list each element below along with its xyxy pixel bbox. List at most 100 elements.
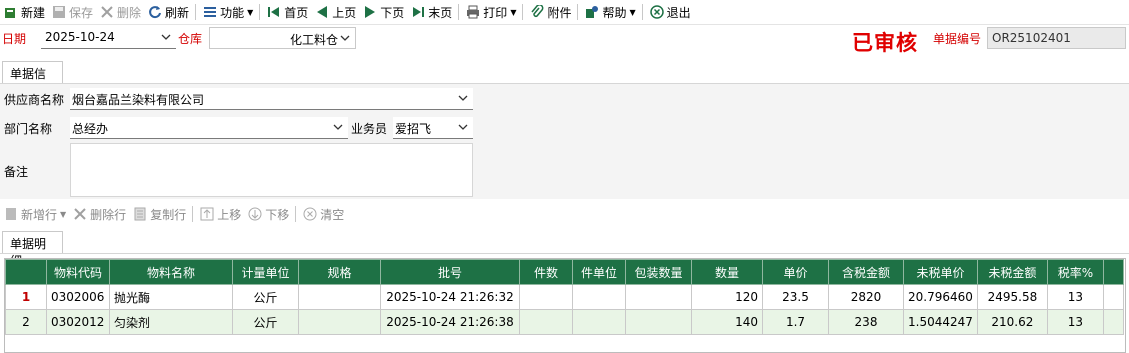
help-icon (584, 4, 600, 20)
cell-quantity[interactable]: 120 (691, 284, 763, 310)
cell-batch-no[interactable]: 2025-10-24 21:26:32 (380, 284, 520, 310)
supplier-select[interactable]: 烟台嘉品兰染料有限公司 (70, 88, 473, 110)
col-header-batch-no[interactable]: 批号 (380, 259, 520, 285)
col-header-amount-incl-tax[interactable]: 含税金额 (828, 259, 904, 285)
doc-no-field[interactable]: OR25102401 (987, 27, 1126, 49)
cell-material-name[interactable]: 匀染剂 (109, 309, 233, 335)
warehouse-value: 化工料仓 (290, 33, 339, 47)
print-button[interactable]: 打印 ▼ (462, 1, 519, 23)
cell-quantity[interactable]: 140 (691, 309, 763, 335)
delete-row-button[interactable]: 删除行 (69, 203, 129, 225)
date-value: 2025-10-24 (45, 30, 115, 44)
cell-spec[interactable] (298, 284, 381, 310)
cell-material-name[interactable]: 抛光酶 (109, 284, 233, 310)
cell-amount-excl-tax[interactable]: 2495.58 (976, 284, 1048, 310)
tab-doc-detail[interactable]: 单据明细 (2, 231, 63, 268)
table-row[interactable]: 2 0302012 匀染剂 公斤 2025-10-24 21:26:38 140… (5, 309, 1124, 335)
last-page-button[interactable]: 末页 (407, 1, 455, 23)
copy-row-button[interactable]: 复制行 (129, 203, 189, 225)
move-down-button[interactable]: 下移 (244, 203, 292, 225)
col-header-material-name[interactable]: 物料名称 (109, 259, 233, 285)
col-header-amount-excl-tax[interactable]: 未税金额 (976, 259, 1048, 285)
cell-price-excl-tax[interactable]: 1.5044247 (903, 309, 978, 335)
list-icon (202, 4, 218, 20)
col-header-piece-unit[interactable]: 件单位 (572, 259, 626, 285)
prev-page-button[interactable]: 上页 (311, 1, 359, 23)
cell-unit[interactable]: 公斤 (232, 309, 299, 335)
col-header-unit[interactable]: 计量单位 (232, 259, 299, 285)
cell-unit-price[interactable]: 1.7 (762, 309, 829, 335)
date-picker[interactable]: 2025-10-24 (41, 27, 176, 49)
cell-piece-unit[interactable] (572, 309, 626, 335)
chevron-down-icon[interactable] (332, 121, 344, 133)
col-header-pack-qty[interactable]: 包装数量 (625, 259, 692, 285)
cell-unit[interactable]: 公斤 (232, 284, 299, 310)
move-up-button[interactable]: 上移 (196, 203, 244, 225)
doc-no-value: OR25102401 (992, 31, 1071, 45)
first-page-button[interactable]: 首页 (263, 1, 311, 23)
table-row[interactable]: 1 0302006 抛光酶 公斤 2025-10-24 21:26:32 120… (5, 284, 1124, 310)
col-header-tax-rate[interactable]: 税率% (1046, 259, 1104, 285)
dept-label: 部门名称 (4, 122, 53, 136)
cell-piece-unit[interactable] (572, 284, 626, 310)
prev-page-icon (314, 4, 330, 20)
cell-pack-qty[interactable] (625, 309, 692, 335)
supplier-label: 供应商名称 (4, 93, 65, 107)
save-icon (51, 4, 67, 20)
save-button[interactable]: 保存 (48, 1, 96, 23)
cell-amount-incl-tax[interactable]: 2820 (828, 284, 904, 310)
col-header-price-excl-tax[interactable]: 未税单价 (903, 259, 978, 285)
help-menu-button[interactable]: 帮助 ▼ (581, 1, 638, 23)
col-header-unit-price[interactable]: 单价 (762, 259, 829, 285)
row-number: 1 (5, 284, 47, 310)
cell-material-code[interactable]: 0302012 (46, 309, 110, 335)
col-header-quantity[interactable]: 数量 (691, 259, 763, 285)
caret-down-icon: ▼ (60, 209, 67, 219)
cell-pieces[interactable] (519, 309, 573, 335)
caret-down-icon: ▼ (510, 7, 517, 17)
cell-tax-rate[interactable]: 13 (1046, 284, 1104, 310)
exit-button[interactable]: 退出 (646, 1, 694, 23)
col-header-spec[interactable]: 规格 (298, 259, 381, 285)
chevron-down-icon[interactable] (457, 121, 469, 133)
chevron-down-icon[interactable] (160, 31, 172, 43)
tab-doc-info[interactable]: 单据信息 (2, 61, 63, 98)
cell-pieces[interactable] (519, 284, 573, 310)
warehouse-select[interactable]: 化工料仓 (209, 27, 356, 49)
last-page-icon (410, 4, 426, 20)
toolbar-separator (192, 206, 194, 222)
cell-amount-excl-tax[interactable]: 210.62 (976, 309, 1048, 335)
cell-unit-price[interactable]: 23.5 (762, 284, 829, 310)
printer-icon (465, 4, 481, 20)
function-menu-button[interactable]: 功能 ▼ (199, 1, 256, 23)
remark-textarea[interactable] (70, 143, 473, 197)
salesman-select[interactable]: 爱招飞 (393, 117, 473, 139)
clear-button[interactable]: 清空 (299, 203, 347, 225)
cell-material-code[interactable]: 0302006 (46, 284, 110, 310)
add-row-button[interactable]: 新增行 ▼ (0, 203, 69, 225)
cell-price-excl-tax[interactable]: 20.796460 (903, 284, 978, 310)
col-header-rownum (5, 259, 47, 285)
cell-pack-qty[interactable] (625, 284, 692, 310)
col-header-material-code[interactable]: 物料代码 (46, 259, 110, 285)
col-header-pieces[interactable]: 件数 (519, 259, 573, 285)
supplier-value: 烟台嘉品兰染料有限公司 (72, 93, 205, 107)
paperclip-icon (529, 4, 545, 20)
chevron-down-icon[interactable] (339, 32, 351, 44)
new-button[interactable]: 新建 (0, 1, 48, 23)
toolbar-separator (577, 4, 579, 20)
arrow-down-icon (247, 206, 263, 222)
chevron-down-icon[interactable] (457, 92, 469, 104)
cell-spec[interactable] (298, 309, 381, 335)
cell-amount-incl-tax[interactable]: 238 (828, 309, 904, 335)
cell-batch-no[interactable]: 2025-10-24 21:26:38 (380, 309, 520, 335)
dept-select[interactable]: 总经办 (70, 117, 348, 139)
refresh-button[interactable]: 刷新 (144, 1, 192, 23)
row-toolbar: 新增行 ▼ 删除行 复制行 上移 下移 清空 (0, 203, 347, 225)
cell-tax-rate[interactable]: 13 (1046, 309, 1104, 335)
cell-filler (1102, 309, 1124, 335)
delete-button[interactable]: 删除 (96, 1, 144, 23)
attachment-button[interactable]: 附件 (526, 1, 574, 23)
caret-down-icon: ▼ (629, 7, 636, 17)
next-page-button[interactable]: 下页 (359, 1, 407, 23)
